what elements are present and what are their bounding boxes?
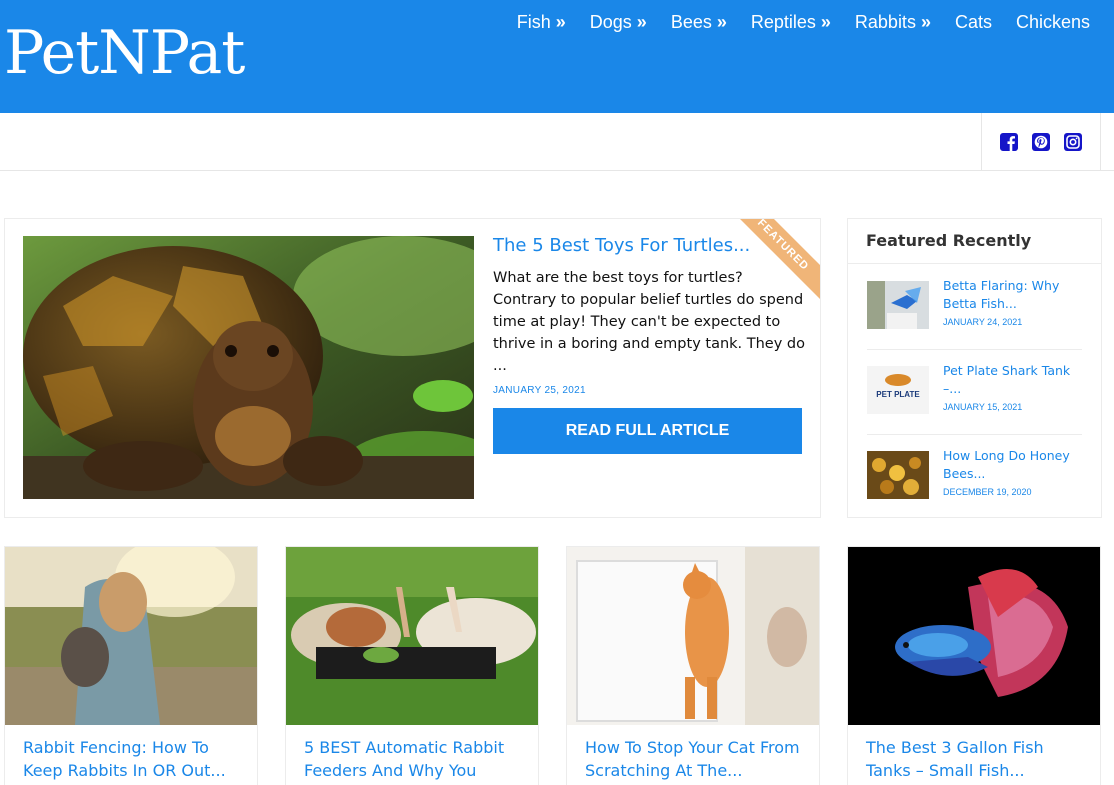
- list-item-title[interactable]: How Long Do Honey Bees...: [943, 447, 1083, 483]
- featured-article-body: The 5 Best Toys For Turtles... What are …: [493, 235, 808, 454]
- pet-plate-thumbnail[interactable]: PET PLATE: [867, 366, 929, 414]
- nav-label: Chickens: [1015, 12, 1090, 32]
- list-item[interactable]: Betta Flaring: Why Betta Fish... JANUARY…: [867, 265, 1082, 350]
- rabbit-girl-image[interactable]: [5, 547, 257, 725]
- main-nav: Fish» Dogs» Bees» Reptiles» Rabbits» Cat…: [505, 12, 1102, 33]
- article-card: How To Stop Your Cat From Scratching At …: [566, 546, 820, 785]
- double-chevron-right-icon: »: [920, 12, 931, 32]
- site-logo[interactable]: PetNPat: [4, 18, 245, 88]
- nav-item-reptiles[interactable]: Reptiles»: [739, 12, 843, 33]
- read-full-article-button[interactable]: READ FULL ARTICLE: [493, 408, 802, 454]
- list-item-text: Pet Plate Shark Tank –... JANUARY 15, 20…: [943, 362, 1083, 412]
- featured-article-date: JANUARY 25, 2021: [493, 385, 586, 396]
- nav-item-cats[interactable]: Cats: [943, 12, 1004, 33]
- nav-item-dogs[interactable]: Dogs»: [578, 12, 659, 33]
- article-card-title[interactable]: The Best 3 Gallon Fish Tanks – Small Fis…: [866, 736, 1091, 782]
- list-item-date: JANUARY 24, 2021: [943, 317, 1023, 327]
- double-chevron-right-icon: »: [636, 12, 647, 32]
- list-item[interactable]: PET PLATE Pet Plate Shark Tank –... JANU…: [867, 350, 1082, 435]
- nav-item-bees[interactable]: Bees»: [659, 12, 739, 33]
- article-card: Rabbit Fencing: How To Keep Rabbits In O…: [4, 546, 258, 785]
- site-header: PetNPat Fish» Dogs» Bees» Reptiles» Rabb…: [0, 0, 1114, 113]
- list-item-date: DECEMBER 19, 2020: [943, 487, 1032, 497]
- featured-recently-widget: Featured Recently Betta Flaring: Why Bet…: [847, 218, 1102, 518]
- nav-label: Fish: [516, 12, 551, 32]
- article-card-title[interactable]: 5 BEST Automatic Rabbit Feeders And Why …: [304, 736, 529, 782]
- social-links: [981, 113, 1101, 170]
- double-chevron-right-icon: »: [820, 12, 831, 32]
- turtle-image[interactable]: [23, 236, 474, 499]
- facebook-icon[interactable]: [1000, 132, 1018, 151]
- nav-label: Cats: [954, 12, 992, 32]
- double-chevron-right-icon: »: [716, 12, 727, 32]
- article-card: 5 BEST Automatic Rabbit Feeders And Why …: [285, 546, 539, 785]
- list-item-text: How Long Do Honey Bees... DECEMBER 19, 2…: [943, 447, 1083, 497]
- widget-title: Featured Recently: [848, 219, 1101, 264]
- featured-article-card: The 5 Best Toys For Turtles... What are …: [4, 218, 821, 518]
- thumb-text: PET PLATE: [876, 390, 920, 399]
- list-item-title[interactable]: Pet Plate Shark Tank –...: [943, 362, 1083, 398]
- nav-label: Dogs: [589, 12, 632, 32]
- nav-label: Reptiles: [750, 12, 816, 32]
- nav-label: Rabbits: [854, 12, 916, 32]
- article-card-title[interactable]: Rabbit Fencing: How To Keep Rabbits In O…: [23, 736, 248, 782]
- double-chevron-right-icon: »: [555, 12, 566, 32]
- social-bar: [0, 113, 1114, 171]
- betta-thumbnail[interactable]: [867, 281, 929, 329]
- betta-fish-image[interactable]: [848, 547, 1100, 725]
- nav-item-chickens[interactable]: Chickens: [1004, 12, 1102, 33]
- article-card-title[interactable]: How To Stop Your Cat From Scratching At …: [585, 736, 810, 782]
- list-item-date: JANUARY 15, 2021: [943, 402, 1023, 412]
- nav-item-rabbits[interactable]: Rabbits»: [843, 12, 943, 33]
- nav-item-fish[interactable]: Fish»: [505, 12, 578, 33]
- featured-article-excerpt: What are the best toys for turtles? Cont…: [493, 270, 805, 374]
- bees-thumbnail[interactable]: [867, 451, 929, 499]
- list-item[interactable]: How Long Do Honey Bees... DECEMBER 19, 2…: [867, 435, 1082, 520]
- rabbit-feeder-image[interactable]: [286, 547, 538, 725]
- list-item-text: Betta Flaring: Why Betta Fish... JANUARY…: [943, 277, 1083, 327]
- instagram-icon[interactable]: [1064, 132, 1082, 151]
- article-card: The Best 3 Gallon Fish Tanks – Small Fis…: [847, 546, 1101, 785]
- list-item-title[interactable]: Betta Flaring: Why Betta Fish...: [943, 277, 1083, 313]
- cat-scratching-image[interactable]: [567, 547, 819, 725]
- pinterest-icon[interactable]: [1032, 132, 1050, 151]
- nav-label: Bees: [670, 12, 712, 32]
